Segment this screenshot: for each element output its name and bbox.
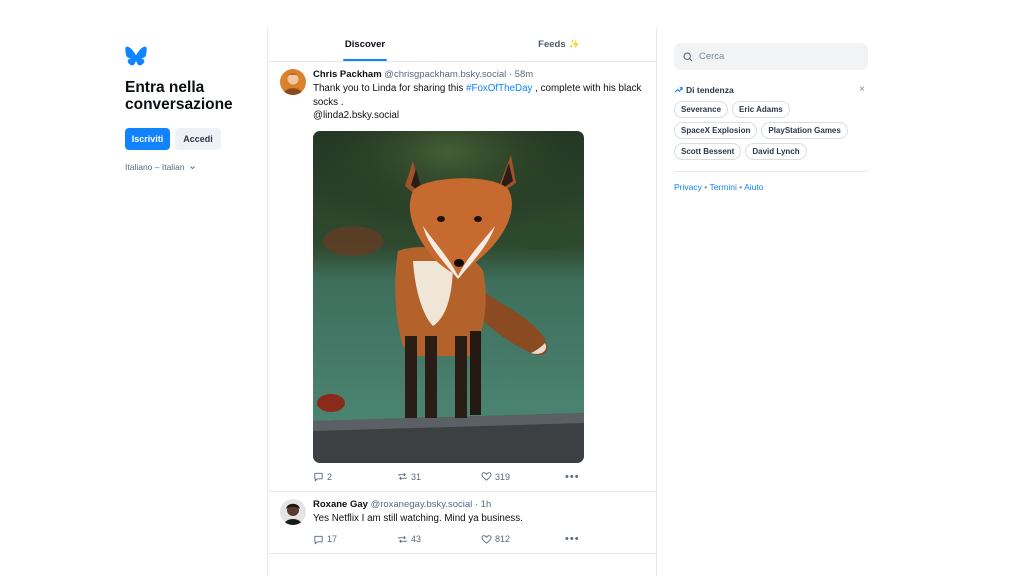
like-count: 319 xyxy=(495,471,511,482)
reply-count: 2 xyxy=(327,471,333,482)
hashtag-link[interactable]: #FoxOfTheDay xyxy=(466,83,532,94)
trending-chip[interactable]: Scott Bessent xyxy=(674,143,742,160)
avatar[interactable] xyxy=(280,498,306,525)
page-headline: Entra nella conversazione xyxy=(125,79,233,113)
post-text: Yes Netflix I am still watching. Mind ya… xyxy=(313,512,523,524)
sparkle-icon: ✨ xyxy=(568,39,580,49)
footer-links: Privacy • Termini • Aiuto xyxy=(674,182,868,192)
post-time[interactable]: · 58m xyxy=(509,69,533,80)
post-meta: Chris Packham @chrisgpackham.bsky.social… xyxy=(313,69,644,81)
language-label: Italiano – Italian xyxy=(125,162,185,172)
left-column: Entra nella conversazione Iscriviti Acce… xyxy=(125,46,255,172)
like-button[interactable]: 812 xyxy=(481,534,565,545)
post-time[interactable]: · 1h xyxy=(475,499,491,510)
post-text-part: Thank you to Linda for sharing this xyxy=(313,83,467,94)
trending-chip[interactable]: SpaceX Explosion xyxy=(674,122,758,139)
divider xyxy=(674,171,868,172)
fox-photo[interactable] xyxy=(313,130,584,463)
right-sidebar: Cerca Di tendenza × Severance Eric Adams… xyxy=(674,43,868,192)
reply-icon xyxy=(314,535,323,545)
trending-icon xyxy=(674,87,683,93)
login-button[interactable]: Accedi xyxy=(175,128,221,150)
search-icon xyxy=(683,51,693,61)
separator: • xyxy=(739,182,743,192)
mention-link[interactable]: @linda2.bsky.social xyxy=(313,110,399,121)
post-handle[interactable]: @roxanegay.bsky.social xyxy=(371,499,473,510)
repost-button[interactable]: 43 xyxy=(397,534,481,545)
heart-icon xyxy=(481,472,492,481)
help-link[interactable]: Aiuto xyxy=(744,182,763,192)
like-count: 812 xyxy=(495,534,511,544)
post-text: Thank you to Linda for sharing this #Fox… xyxy=(313,82,644,123)
feed-column: Discover Feeds ✨ Chris Packham @chrisgpa… xyxy=(267,28,657,576)
search-placeholder: Cerca xyxy=(699,51,725,62)
tab-discover[interactable]: Discover xyxy=(268,28,462,61)
reply-button[interactable]: 17 xyxy=(313,534,397,545)
post-actions: 17 43 812 ••• xyxy=(313,525,644,553)
post-item[interactable]: Chris Packham @chrisgpackham.bsky.social… xyxy=(268,62,656,492)
repost-icon xyxy=(398,472,407,481)
repost-count: 31 xyxy=(411,471,422,482)
close-icon[interactable]: × xyxy=(859,84,865,95)
auth-buttons: Iscriviti Accedi xyxy=(125,128,255,150)
separator: • xyxy=(704,182,708,192)
tab-discover-label: Discover xyxy=(344,39,386,50)
post-item[interactable]: Roxane Gay @roxanegay.bsky.social · 1h Y… xyxy=(268,492,656,554)
chevron-down-icon xyxy=(189,165,195,169)
repost-button[interactable]: 31 xyxy=(397,471,481,482)
post-handle[interactable]: @chrisgpackham.bsky.social xyxy=(384,69,506,80)
trending-list: Severance Eric Adams SpaceX Explosion Pl… xyxy=(674,101,868,160)
tab-feeds[interactable]: Feeds ✨ xyxy=(462,28,656,61)
repost-count: 43 xyxy=(411,534,422,544)
search-input[interactable]: Cerca xyxy=(674,43,868,70)
tab-feeds-label: Feeds xyxy=(538,39,566,50)
trending-chip[interactable]: PlayStation Games xyxy=(761,122,848,139)
reply-icon xyxy=(314,472,323,482)
feed-tabs: Discover Feeds ✨ xyxy=(268,28,656,62)
like-button[interactable]: 319 xyxy=(481,471,565,482)
post-author[interactable]: Chris Packham xyxy=(313,69,382,80)
privacy-link[interactable]: Privacy xyxy=(674,182,702,192)
avatar[interactable] xyxy=(280,69,306,95)
reply-button[interactable]: 2 xyxy=(313,471,397,482)
more-options-icon[interactable]: ••• xyxy=(565,533,580,545)
butterfly-icon[interactable] xyxy=(125,46,147,66)
trending-title: Di tendenza xyxy=(686,84,734,95)
trending-chip[interactable]: David Lynch xyxy=(745,143,807,160)
post-author[interactable]: Roxane Gay xyxy=(313,499,368,510)
post-actions: 2 31 319 ••• xyxy=(313,463,644,491)
repost-icon xyxy=(398,535,407,543)
trending-chip[interactable]: Eric Adams xyxy=(732,101,790,118)
reply-count: 17 xyxy=(327,534,338,544)
heart-icon xyxy=(481,534,492,544)
terms-link[interactable]: Termini xyxy=(709,182,736,192)
language-selector[interactable]: Italiano – Italian xyxy=(125,162,255,172)
signup-button[interactable]: Iscriviti xyxy=(125,128,170,150)
more-options-icon[interactable]: ••• xyxy=(565,471,580,483)
trending-header: Di tendenza × xyxy=(674,84,868,95)
post-meta: Roxane Gay @roxanegay.bsky.social · 1h xyxy=(313,499,644,511)
trending-chip[interactable]: Severance xyxy=(674,101,729,118)
